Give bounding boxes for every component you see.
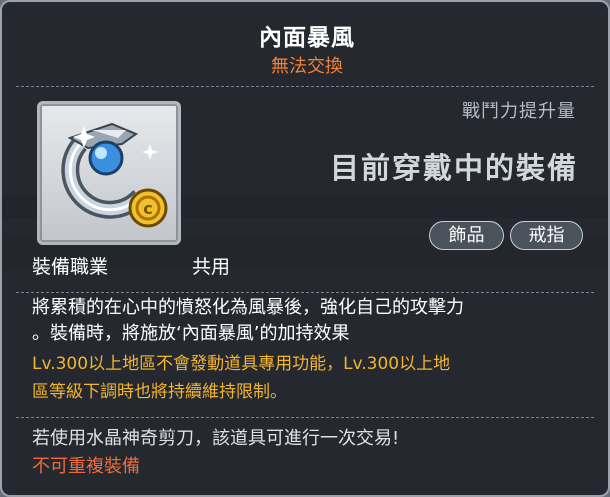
job-value: 共用	[192, 256, 231, 278]
job-label: 裝備職業	[32, 256, 109, 278]
power-increase-label: 戰鬥力提升量	[462, 101, 576, 122]
svg-text:c: c	[143, 199, 152, 218]
unique-equip-note: 不可重複裝備	[32, 456, 140, 477]
item-tooltip: 內面暴風 無法交換 c 戰鬥力提升量 目前穿戴中的裝備 飾品 戒指 裝備職業 共…	[0, 0, 610, 497]
ring-icon: c	[61, 122, 168, 228]
trade-status: 無法交換	[271, 56, 343, 77]
scissors-trade-note: 若使用水晶神奇剪刀，該道具可進行一次交易!	[32, 428, 400, 449]
level-restriction-notice: 區等級下調時也將持續維持限制。	[32, 382, 287, 402]
level-restriction-notice: Lv.300以上地區不會發動道具專用功能，Lv.300以上地	[32, 354, 451, 374]
category-tag-accessory: 飾品	[429, 221, 504, 250]
description-line: 將累積的在心中的憤怒化為風暴後，強化自己的攻擊力	[32, 297, 464, 318]
divider	[16, 86, 594, 88]
divider	[16, 417, 594, 419]
power-increase-value: 目前穿戴中的裝備	[329, 151, 578, 185]
description-line: 。裝備時，將施放‘內面暴風’的加持效果	[32, 323, 350, 344]
item-icon-frame: c	[37, 101, 181, 245]
category-tag-ring: 戒指	[510, 221, 583, 250]
item-name: 內面暴風	[259, 25, 355, 51]
